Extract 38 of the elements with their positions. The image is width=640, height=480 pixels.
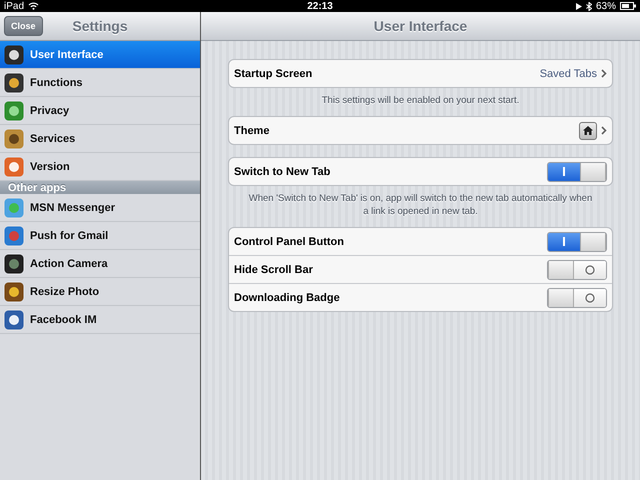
clock-time: 22:13 <box>307 0 333 12</box>
sidebar-item[interactable]: Resize Photo <box>0 278 200 306</box>
sidebar-item[interactable]: Facebook IM <box>0 306 200 334</box>
sidebar-item[interactable]: MSN Messenger <box>0 194 200 222</box>
home-theme-button[interactable] <box>579 122 597 140</box>
off-circle-icon <box>585 292 595 302</box>
sidebar-item[interactable]: User Interface <box>0 41 200 69</box>
home-icon <box>582 125 594 136</box>
device-name: iPad <box>4 0 24 12</box>
group-footer-text: This settings will be enabled on your next start. <box>320 94 520 108</box>
battery-icon <box>620 2 636 10</box>
setting-label: Hide Scroll Bar <box>234 264 314 276</box>
toggle-switch[interactable] <box>547 162 607 182</box>
settings-row[interactable]: Startup Screen Saved Tabs <box>229 60 612 87</box>
setting-label: Switch to New Tab <box>234 166 332 178</box>
group-footer-text: When 'Switch to New Tab' is on, app will switch to the new tab automatically when a link is opened in new tab. <box>248 192 594 219</box>
off-circle-icon <box>585 264 595 274</box>
close-button[interactable]: Close <box>4 16 43 36</box>
wifi-icon <box>28 2 40 10</box>
play-icon <box>576 2 582 10</box>
toggle-switch[interactable] <box>547 232 607 252</box>
settings-row[interactable]: Theme <box>229 117 612 144</box>
setting-label: Control Panel Button <box>234 236 345 248</box>
detail-navigation-bar: User Interface <box>201 12 640 41</box>
section-header: Other apps <box>0 181 200 194</box>
setting-label: Downloading Badge <box>234 292 341 304</box>
sidebar-item[interactable]: Privacy <box>0 97 200 125</box>
battery-percentage: 63% <box>596 0 616 12</box>
sidebar-item[interactable]: Action Camera <box>0 250 200 278</box>
sidebar-item[interactable]: Push for Gmail <box>0 222 200 250</box>
sidebar-item[interactable]: Services <box>0 125 200 153</box>
bluetooth-icon <box>586 2 592 10</box>
chevron-icon <box>601 69 607 78</box>
sidebar-item[interactable]: Functions <box>0 69 200 97</box>
toggle-switch[interactable] <box>547 260 607 280</box>
sidebar-navigation-bar: Close Settings <box>0 12 200 41</box>
chevron-icon <box>601 126 607 135</box>
toggle-switch[interactable] <box>547 288 607 308</box>
